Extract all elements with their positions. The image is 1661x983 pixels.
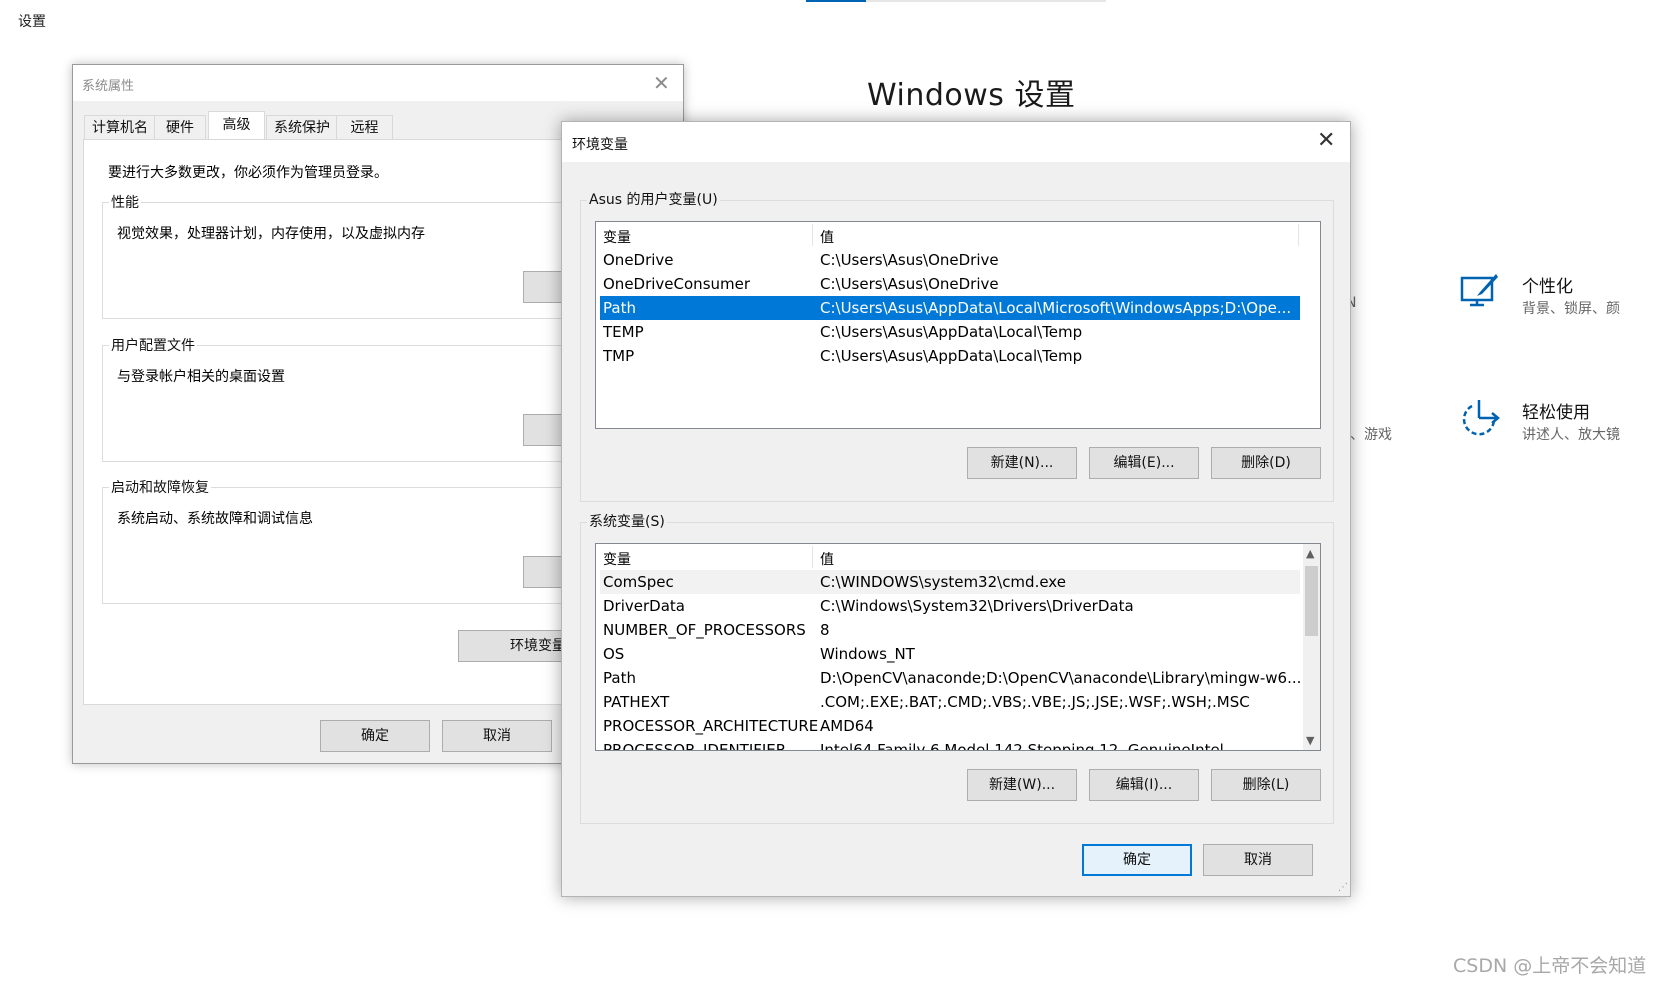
user-profiles-desc: 与登录帐户相关的桌面设置 bbox=[117, 369, 285, 385]
table-row[interactable]: PROCESSOR_ARCHITECTURE AMD64 bbox=[600, 714, 1300, 738]
variable-name: Path bbox=[603, 669, 636, 687]
system-list-header: 变量 值 bbox=[596, 544, 1320, 570]
scroll-up-icon[interactable]: ▲ bbox=[1306, 547, 1314, 560]
user-delete-button[interactable]: 删除(D) bbox=[1211, 447, 1321, 479]
env-ok-button[interactable]: 确定 bbox=[1082, 844, 1192, 876]
ease-of-access-icon bbox=[1462, 400, 1500, 436]
resize-grip-icon[interactable]: ⋰ bbox=[1338, 882, 1348, 893]
settings-app-title: 设置 bbox=[18, 14, 46, 30]
user-variables-list[interactable]: 变量 值 OneDrive C:\Users\Asus\OneDrive OneDr… bbox=[595, 221, 1321, 429]
variable-name: TMP bbox=[603, 347, 635, 365]
startup-recovery-desc: 系统启动、系统故障和调试信息 bbox=[117, 511, 313, 527]
user-edit-button[interactable]: 编辑(E)... bbox=[1089, 447, 1199, 479]
table-row[interactable]: NUMBER_OF_PROCESSORS 8 bbox=[600, 618, 1300, 642]
system-col-variable[interactable]: 变量 bbox=[603, 549, 631, 569]
tile-ease-subtitle: 讲述人、放大镜 bbox=[1522, 427, 1620, 443]
variable-value: .COM;.EXE;.BAT;.CMD;.VBS;.VBE;.JS;.JSE;.… bbox=[820, 693, 1250, 711]
settings-heading: Windows 设置 bbox=[867, 78, 1076, 113]
tile-personalization-title: 个性化 bbox=[1522, 277, 1573, 297]
user-variables-label: Asus 的用户变量(U) bbox=[587, 189, 720, 209]
environment-variables-dialog: 环境变量 ✕ Asus 的用户变量(U) 变量 值 OneDrive C:\Use… bbox=[561, 121, 1351, 897]
scroll-down-icon[interactable]: ▼ bbox=[1306, 734, 1314, 747]
table-row[interactable]: OneDriveConsumer C:\Users\Asus\OneDrive bbox=[600, 272, 1300, 296]
env-cancel-button[interactable]: 取消 bbox=[1203, 844, 1313, 876]
close-icon[interactable]: ✕ bbox=[653, 71, 670, 95]
tile-personalization-subtitle: 背景、锁屏、颜 bbox=[1522, 301, 1620, 317]
tile-ease-of-access[interactable]: 轻松使用 讲述人、放大镜 bbox=[1460, 398, 1661, 458]
variable-value: C:\Users\Asus\AppData\Local\Temp bbox=[820, 323, 1083, 341]
tab-hardware[interactable]: 硬件 bbox=[154, 115, 206, 140]
table-row[interactable]: PATHEXT .COM;.EXE;.BAT;.CMD;.VBS;.VBE;.JS… bbox=[600, 690, 1300, 714]
table-row[interactable]: TEMP C:\Users\Asus\AppData\Local\Temp bbox=[600, 320, 1300, 344]
close-icon[interactable]: ✕ bbox=[1317, 128, 1335, 153]
system-list-scrollbar[interactable]: ▲ ▼ bbox=[1303, 544, 1320, 750]
system-new-button[interactable]: 新建(W)... bbox=[967, 769, 1077, 801]
tab-remote[interactable]: 远程 bbox=[336, 115, 393, 140]
watermark: CSDN @上帝不会知道 bbox=[1453, 955, 1647, 977]
variable-name: OneDrive bbox=[603, 251, 674, 269]
performance-desc: 视觉效果，处理器计划，内存使用，以及虚拟内存 bbox=[117, 226, 425, 242]
startup-recovery-label: 启动和故障恢复 bbox=[109, 477, 211, 497]
env-titlebar bbox=[562, 122, 1350, 162]
env-title: 环境变量 bbox=[572, 137, 628, 153]
variable-value: Intel64 Family 6 Model 142 Stepping 12, … bbox=[820, 741, 1224, 751]
table-row[interactable]: OneDrive C:\Users\Asus\OneDrive bbox=[600, 248, 1300, 272]
performance-label: 性能 bbox=[109, 192, 141, 212]
variable-value: D:\OpenCV\anaconde;D:\OpenCV\anaconde\Li… bbox=[820, 669, 1302, 687]
variable-name: OneDriveConsumer bbox=[603, 275, 751, 293]
table-row[interactable]: Path D:\OpenCV\anaconde;D:\OpenCV\anacond… bbox=[600, 666, 1302, 690]
variable-name: ComSpec bbox=[603, 573, 674, 591]
variable-value: C:\Windows\System32\Drivers\DriverData bbox=[820, 597, 1134, 615]
variable-value: 8 bbox=[820, 621, 830, 639]
variable-value: C:\Users\Asus\OneDrive bbox=[820, 251, 999, 269]
variable-name: NUMBER_OF_PROCESSORS bbox=[603, 621, 806, 639]
variable-name: DriverData bbox=[603, 597, 685, 615]
table-row[interactable]: ComSpec C:\WINDOWS\system32\cmd.exe bbox=[600, 570, 1300, 594]
admin-note: 要进行大多数更改，你必须作为管理员登录。 bbox=[108, 165, 388, 181]
variable-name: Path bbox=[603, 299, 636, 317]
user-col-variable[interactable]: 变量 bbox=[603, 227, 631, 247]
tab-advanced[interactable]: 高级 bbox=[208, 111, 265, 141]
variable-name: PATHEXT bbox=[603, 693, 670, 711]
tile-ease-title: 轻松使用 bbox=[1522, 403, 1590, 423]
tile-personalization[interactable]: 个性化 背景、锁屏、颜 bbox=[1460, 270, 1661, 330]
variable-value: C:\WINDOWS\system32\cmd.exe bbox=[820, 573, 1066, 591]
user-variables-frame: Asus 的用户变量(U) 变量 值 OneDrive C:\Users\Asus… bbox=[580, 189, 1334, 502]
table-row[interactable]: TMP C:\Users\Asus\AppData\Local\Temp bbox=[600, 344, 1300, 368]
user-list-header: 变量 值 bbox=[596, 222, 1320, 248]
user-col-value[interactable]: 值 bbox=[820, 227, 834, 247]
tab-system-protection[interactable]: 系统保护 bbox=[266, 115, 338, 140]
personalization-icon bbox=[1460, 274, 1498, 307]
variable-name: TEMP bbox=[603, 323, 644, 341]
variable-name: PROCESSOR_IDENTIFIER bbox=[603, 741, 787, 751]
system-properties-cancel-button[interactable]: 取消 bbox=[442, 720, 552, 752]
table-row[interactable]: OS Windows_NT bbox=[600, 642, 1300, 666]
variable-name: PROCESSOR_ARCHITECTURE bbox=[603, 717, 819, 735]
settings-top-accent bbox=[806, 0, 866, 2]
variable-name: OS bbox=[603, 645, 625, 663]
variable-value: AMD64 bbox=[820, 717, 874, 735]
variable-value: Windows_NT bbox=[820, 645, 915, 663]
system-variables-frame: 系统变量(S) 变量 值 ComSpec C:\WINDOWS\system32\… bbox=[580, 511, 1334, 824]
system-properties-ok-button[interactable]: 确定 bbox=[320, 720, 430, 752]
table-row[interactable]: PROCESSOR_IDENTIFIER Intel64 Family 6 Mod… bbox=[600, 738, 1300, 751]
variable-value: C:\Users\Asus\AppData\Local\Temp bbox=[820, 347, 1083, 365]
system-variables-list[interactable]: 变量 值 ComSpec C:\WINDOWS\system32\cmd.exe D… bbox=[595, 543, 1321, 751]
system-properties-titlebar bbox=[73, 65, 683, 101]
scroll-thumb[interactable] bbox=[1305, 566, 1318, 636]
variable-value: C:\Users\Asus\OneDrive bbox=[820, 275, 999, 293]
user-profiles-label: 用户配置文件 bbox=[109, 335, 197, 355]
system-edit-button[interactable]: 编辑(I)... bbox=[1089, 769, 1199, 801]
system-delete-button[interactable]: 删除(L) bbox=[1211, 769, 1321, 801]
variable-value: C:\Users\Asus\AppData\Local\Microsoft\Wi… bbox=[820, 299, 1292, 317]
system-variables-label: 系统变量(S) bbox=[587, 511, 667, 531]
table-row[interactable]: Path C:\Users\Asus\AppData\Local\Microsof… bbox=[600, 296, 1300, 320]
system-properties-title: 系统属性 bbox=[82, 79, 135, 94]
system-col-value[interactable]: 值 bbox=[820, 549, 834, 569]
user-new-button[interactable]: 新建(N)... bbox=[967, 447, 1077, 479]
table-row[interactable]: DriverData C:\Windows\System32\Drivers\Dr… bbox=[600, 594, 1300, 618]
tab-computer-name[interactable]: 计算机名 bbox=[84, 115, 156, 140]
